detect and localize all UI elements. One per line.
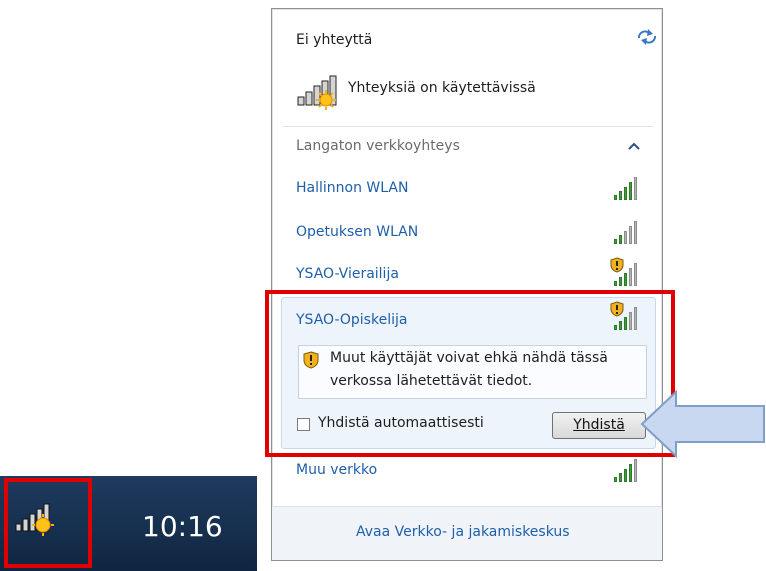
taskbar-clock[interactable]: 10:16 (142, 510, 223, 543)
network-name: YSAO-Vierailija (296, 266, 399, 282)
network-item-vierailija[interactable]: YSAO-Vierailija (282, 256, 656, 294)
security-shield-icon (610, 257, 624, 273)
network-name: Hallinnon WLAN (296, 180, 409, 196)
signal-strength-icon (614, 458, 640, 482)
network-unavailable-icon (297, 75, 337, 110)
network-name: Opetuksen WLAN (296, 224, 419, 240)
refresh-icon[interactable] (636, 28, 658, 46)
network-item-other[interactable]: Muu verkko (282, 454, 656, 492)
divider (283, 126, 653, 127)
connection-status-title: Ei yhteyttä (296, 32, 373, 48)
network-item-opetuksen[interactable]: Opetuksen WLAN (282, 214, 656, 252)
network-item-hallinnon[interactable]: Hallinnon WLAN (282, 170, 656, 208)
chevron-up-icon[interactable] (628, 142, 640, 150)
signal-strength-icon (614, 220, 640, 244)
connection-status-subtitle: Yhteyksiä on käytettävissä (348, 80, 536, 96)
signal-strength-icon (614, 176, 640, 200)
callout-arrow-icon (640, 389, 765, 459)
network-center-link[interactable]: Avaa Verkko- ja jakamiskeskus (356, 524, 570, 540)
taskbar-highlight-frame (4, 478, 92, 568)
highlight-frame (265, 290, 675, 457)
network-name: Muu verkko (296, 462, 378, 478)
wireless-section-title: Langaton verkkoyhteys (296, 138, 460, 154)
